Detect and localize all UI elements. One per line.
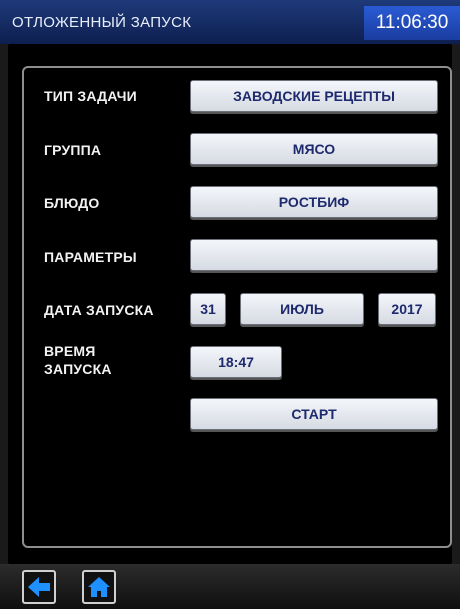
home-icon (88, 577, 110, 597)
task-type-label: ТИП ЗАДАЧИ (44, 88, 137, 104)
start-year-button[interactable]: 2017 (378, 293, 436, 325)
parameters-button[interactable] (190, 239, 438, 271)
start-time-label-line1: ВРЕМЯ (44, 343, 96, 359)
dish-label: БЛЮДО (44, 195, 100, 211)
group-button[interactable]: МЯСО (190, 133, 438, 165)
start-button[interactable]: СТАРТ (190, 398, 438, 430)
header-bar: ОТЛОЖЕННЫЙ ЗАПУСК 11:06:30 (0, 0, 460, 44)
back-button[interactable] (22, 570, 56, 604)
clock-display: 11:06:30 (364, 6, 460, 40)
arrow-left-icon (28, 577, 50, 597)
parameters-label: ПАРАМЕТРЫ (44, 249, 137, 265)
start-day-button[interactable]: 31 (190, 293, 226, 325)
start-time-label-line2: ЗАПУСКА (44, 361, 112, 377)
start-time-button[interactable]: 18:47 (190, 346, 282, 378)
dish-button[interactable]: РОСТБИФ (190, 186, 438, 218)
start-date-label: ДАТА ЗАПУСКА (44, 302, 154, 318)
bottom-bar (0, 564, 460, 609)
screen-title: ОТЛОЖЕННЫЙ ЗАПУСК (12, 14, 192, 31)
start-month-button[interactable]: ИЮЛЬ (240, 293, 364, 325)
task-type-button[interactable]: ЗАВОДСКИЕ РЕЦЕПТЫ (190, 80, 438, 112)
group-label: ГРУППА (44, 142, 102, 158)
home-button[interactable] (82, 570, 116, 604)
